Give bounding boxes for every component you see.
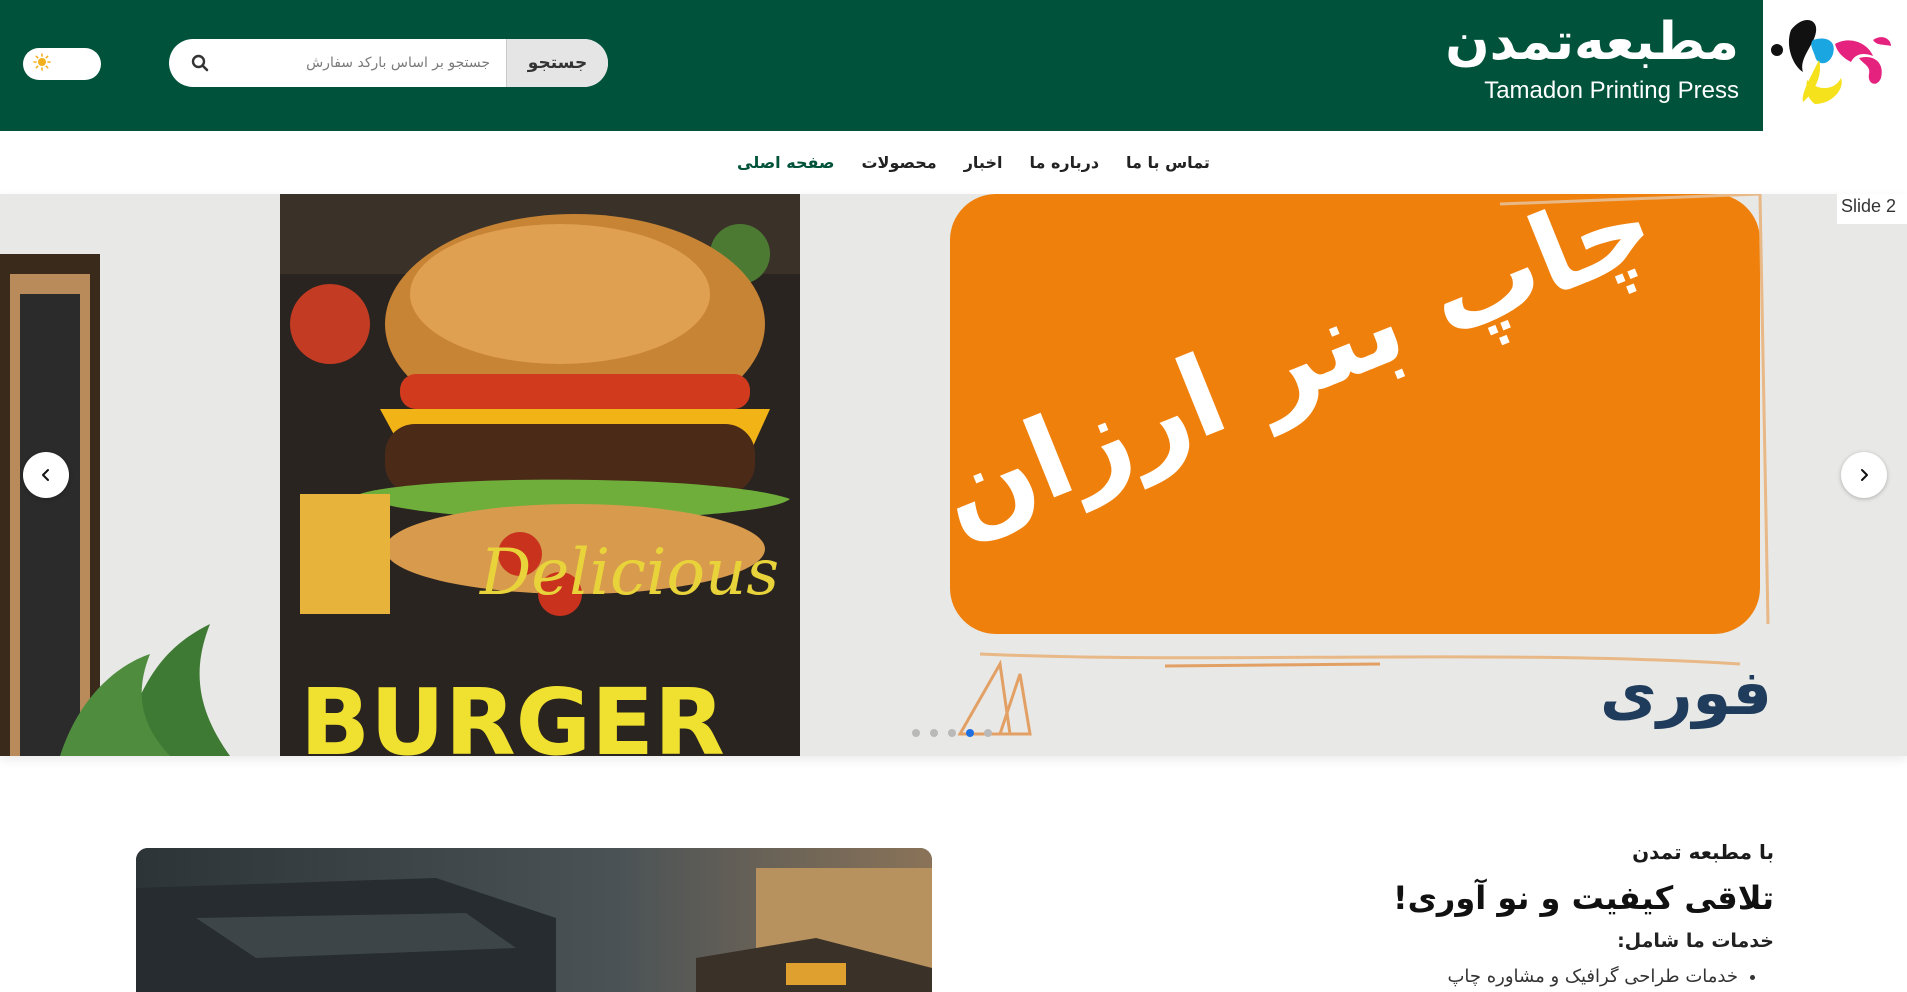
order-search: جستجو <box>169 39 608 87</box>
brand[interactable]: مطبعه‌تمدن Tamadon Printing Press <box>1445 10 1739 106</box>
slider-dot-active[interactable] <box>966 729 974 737</box>
slider-prev-button[interactable] <box>23 452 69 498</box>
list-item: خدمات طراحی گرافیک و مشاوره چاپ <box>1134 964 1738 990</box>
theme-toggle[interactable] <box>23 48 101 80</box>
poster-title: BURGER <box>300 669 725 756</box>
nav-item-contact[interactable]: تماس با ما <box>1126 153 1210 172</box>
main-nav: صفحه اصلی محصولات اخبار درباره ما تماس ب… <box>0 131 1907 194</box>
about-subtitle: خدمات ما شامل: <box>1617 930 1774 952</box>
slide-image: Delicious BURGER چاپ بنر ارزان فوری <box>0 194 1907 756</box>
about-title: تلاقی کیفیت و نو آوری! <box>1392 879 1774 917</box>
poster-script: Delicious <box>479 536 779 610</box>
search-button[interactable]: جستجو <box>506 39 608 87</box>
chevron-left-icon <box>42 469 49 481</box>
nav-item-news[interactable]: اخبار <box>964 153 1003 172</box>
chevron-right-icon <box>1861 469 1868 481</box>
services-list: خدمات طراحی گرافیک و مشاوره چاپ <box>1134 964 1774 990</box>
nav-item-home[interactable]: صفحه اصلی <box>737 153 834 172</box>
brand-name-fa: مطبعه‌تمدن <box>1445 12 1739 72</box>
moon-icon[interactable] <box>73 53 91 75</box>
header-bar: جستجو مطبعه‌تمدن Tamadon Printing Press <box>0 0 1763 131</box>
sun-icon[interactable] <box>33 53 51 75</box>
search-input[interactable] <box>231 39 506 87</box>
slider-dot[interactable] <box>912 729 920 737</box>
slider-dot[interactable] <box>948 729 956 737</box>
printer-image <box>136 848 932 992</box>
broken-image-alt: Slide 2 <box>1837 194 1907 224</box>
slide-banner-secondary: فوری <box>1600 656 1772 729</box>
tamadon-logo-icon <box>1771 19 1891 104</box>
hero-slider: Delicious BURGER چاپ بنر ارزان فوری Slid… <box>0 194 1907 756</box>
about-kicker: با مطبعه تمدن <box>1632 840 1774 864</box>
slider-dot[interactable] <box>930 729 938 737</box>
about-section: با مطبعه تمدن تلاقی کیفیت و نو آوری! خدم… <box>1134 838 1774 990</box>
search-icon[interactable] <box>169 39 231 87</box>
nav-item-products[interactable]: محصولات <box>861 153 936 172</box>
site-header: جستجو مطبعه‌تمدن Tamadon Printing Press <box>0 0 1907 131</box>
nav-items: صفحه اصلی محصولات اخبار درباره ما تماس ب… <box>737 131 1210 194</box>
slider-dots <box>912 729 992 737</box>
logo[interactable] <box>1763 0 1907 131</box>
nav-item-about[interactable]: درباره ما <box>1029 153 1099 172</box>
slider-dot[interactable] <box>984 729 992 737</box>
slider-next-button[interactable] <box>1841 452 1887 498</box>
brand-name-en: Tamadon Printing Press <box>1484 77 1739 104</box>
